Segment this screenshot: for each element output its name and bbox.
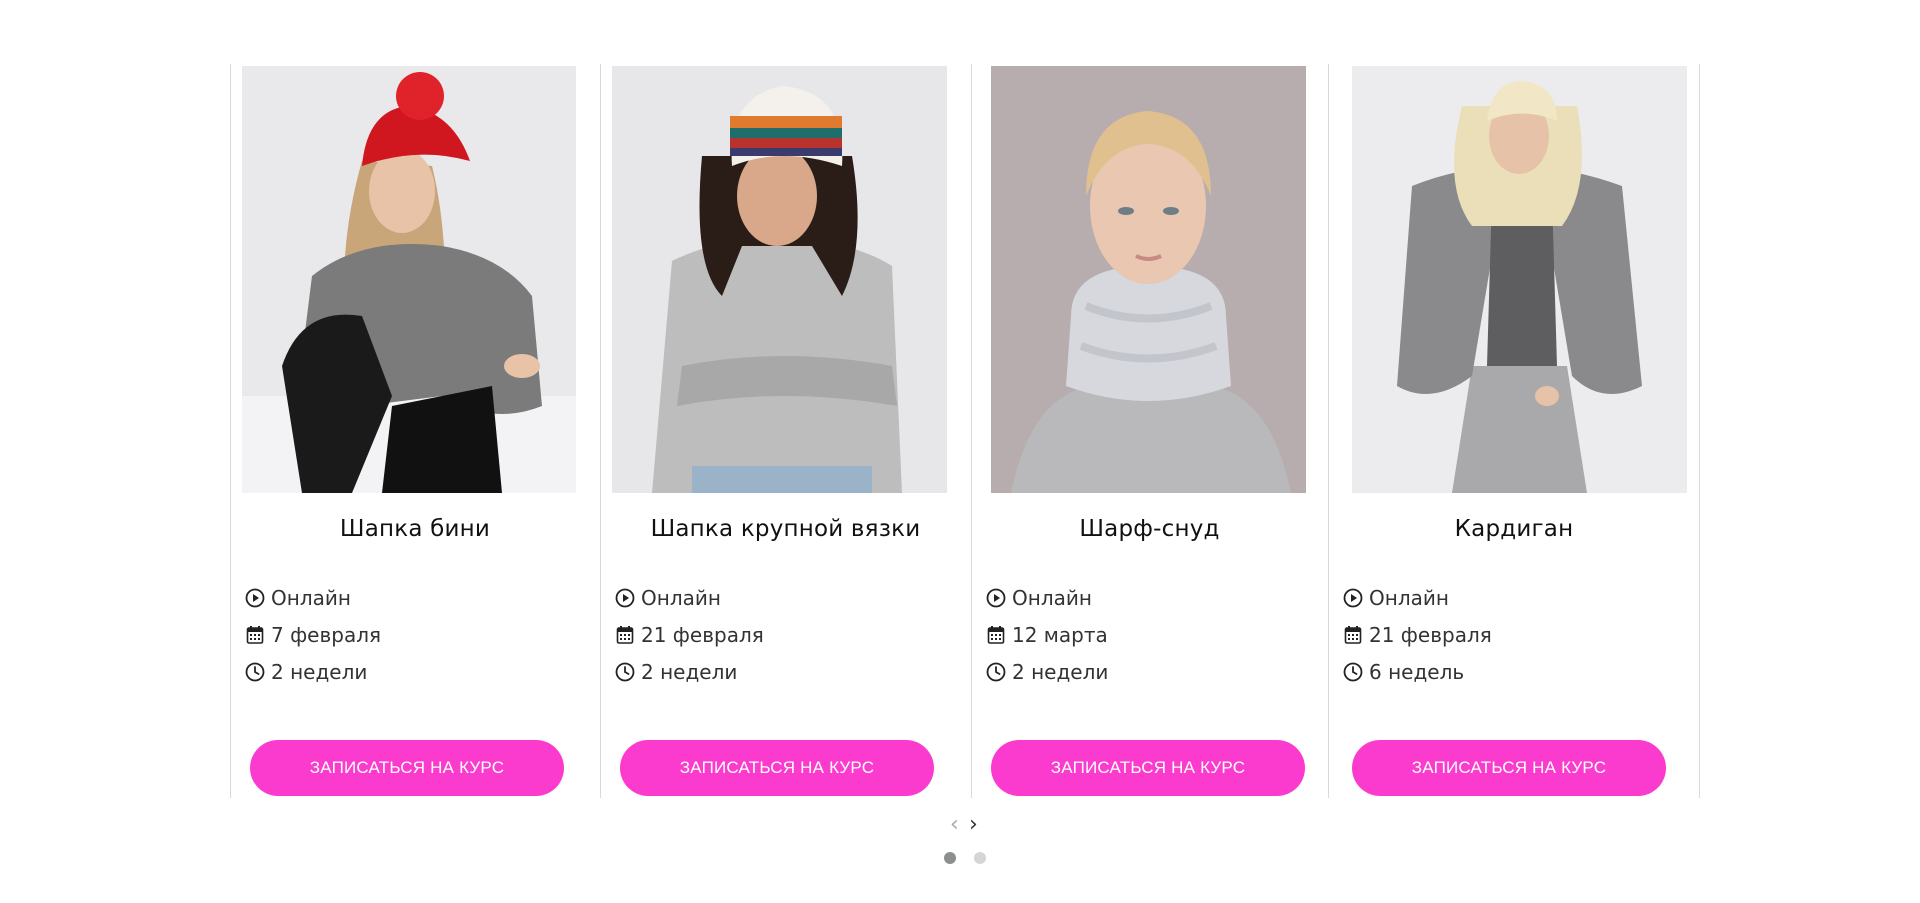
course-date-text: 21 февраля — [641, 622, 764, 647]
course-format: Онлайн — [244, 579, 381, 616]
course-date: 21 февраля — [1342, 616, 1492, 653]
calendar-icon — [614, 624, 636, 646]
course-title: Шапка бини — [339, 516, 491, 542]
course-meta: Онлайн 21 февраля 2 недели — [614, 579, 764, 690]
course-carousel: Шапка бини Онлайн 7 февраля 2 недели ЗАП… — [230, 64, 1700, 798]
course-format: Онлайн — [1342, 579, 1492, 616]
course-duration-text: 2 недели — [271, 659, 368, 684]
course-duration-text: 2 недели — [641, 659, 738, 684]
clock-icon — [614, 661, 636, 683]
play-circle-icon — [1342, 587, 1364, 609]
carousel-prev-button[interactable]: ‹ — [950, 812, 959, 837]
course-format: Онлайн — [985, 579, 1108, 616]
course-format-text: Онлайн — [271, 585, 351, 610]
course-title: Кардиган — [1454, 516, 1574, 542]
carousel-next-button[interactable]: › — [969, 812, 978, 837]
enroll-button[interactable]: ЗАПИСАТЬСЯ НА КУРС — [1352, 740, 1666, 796]
course-title: Шарф-снуд — [1079, 516, 1220, 542]
course-photo[interactable] — [242, 66, 576, 493]
play-circle-icon — [614, 587, 636, 609]
enroll-button[interactable]: ЗАПИСАТЬСЯ НА КУРС — [620, 740, 934, 796]
course-date-text: 21 февраля — [1369, 622, 1492, 647]
course-duration: 2 недели — [614, 653, 764, 690]
course-duration: 2 недели — [985, 653, 1108, 690]
course-date: 12 марта — [985, 616, 1108, 653]
play-circle-icon — [985, 587, 1007, 609]
carousel-dot-active[interactable] — [944, 852, 956, 864]
course-date-text: 7 февраля — [271, 622, 382, 647]
course-meta: Онлайн 21 февраля 6 недель — [1342, 579, 1492, 690]
clock-icon — [985, 661, 1007, 683]
course-format-text: Онлайн — [1369, 585, 1449, 610]
course-card: Шарф-снуд Онлайн 12 марта 2 недели ЗАПИС… — [971, 64, 1328, 798]
course-format-text: Онлайн — [641, 585, 721, 610]
course-meta: Онлайн 12 марта 2 недели — [985, 579, 1108, 690]
course-title: Шапка крупной вязки — [650, 516, 921, 542]
enroll-button[interactable]: ЗАПИСАТЬСЯ НА КУРС — [250, 740, 564, 796]
course-meta: Онлайн 7 февраля 2 недели — [244, 579, 381, 690]
clock-icon — [244, 661, 266, 683]
course-card: Кардиган Онлайн 21 февраля 6 недель ЗАПИ… — [1328, 64, 1700, 798]
calendar-icon — [244, 624, 266, 646]
course-photo[interactable] — [1352, 66, 1687, 493]
carousel-dot[interactable] — [974, 852, 986, 864]
course-format: Онлайн — [614, 579, 764, 616]
course-duration: 2 недели — [244, 653, 381, 690]
course-card: Шапка бини Онлайн 7 февраля 2 недели ЗАП… — [230, 64, 600, 798]
course-card: Шапка крупной вязки Онлайн 21 февраля 2 … — [600, 64, 971, 798]
course-duration: 6 недель — [1342, 653, 1492, 690]
course-duration-text: 2 недели — [1012, 659, 1109, 684]
course-photo[interactable] — [991, 66, 1306, 493]
clock-icon — [1342, 661, 1364, 683]
course-photo[interactable] — [612, 66, 947, 493]
enroll-button[interactable]: ЗАПИСАТЬСЯ НА КУРС — [991, 740, 1305, 796]
course-duration-text: 6 недель — [1369, 659, 1465, 684]
course-date: 7 февраля — [244, 616, 381, 653]
calendar-icon — [985, 624, 1007, 646]
play-circle-icon — [244, 587, 266, 609]
course-date-text: 12 марта — [1012, 622, 1108, 647]
carousel-track: Шапка бини Онлайн 7 февраля 2 недели ЗАП… — [230, 64, 1700, 798]
course-date: 21 февраля — [614, 616, 764, 653]
calendar-icon — [1342, 624, 1364, 646]
course-format-text: Онлайн — [1012, 585, 1092, 610]
